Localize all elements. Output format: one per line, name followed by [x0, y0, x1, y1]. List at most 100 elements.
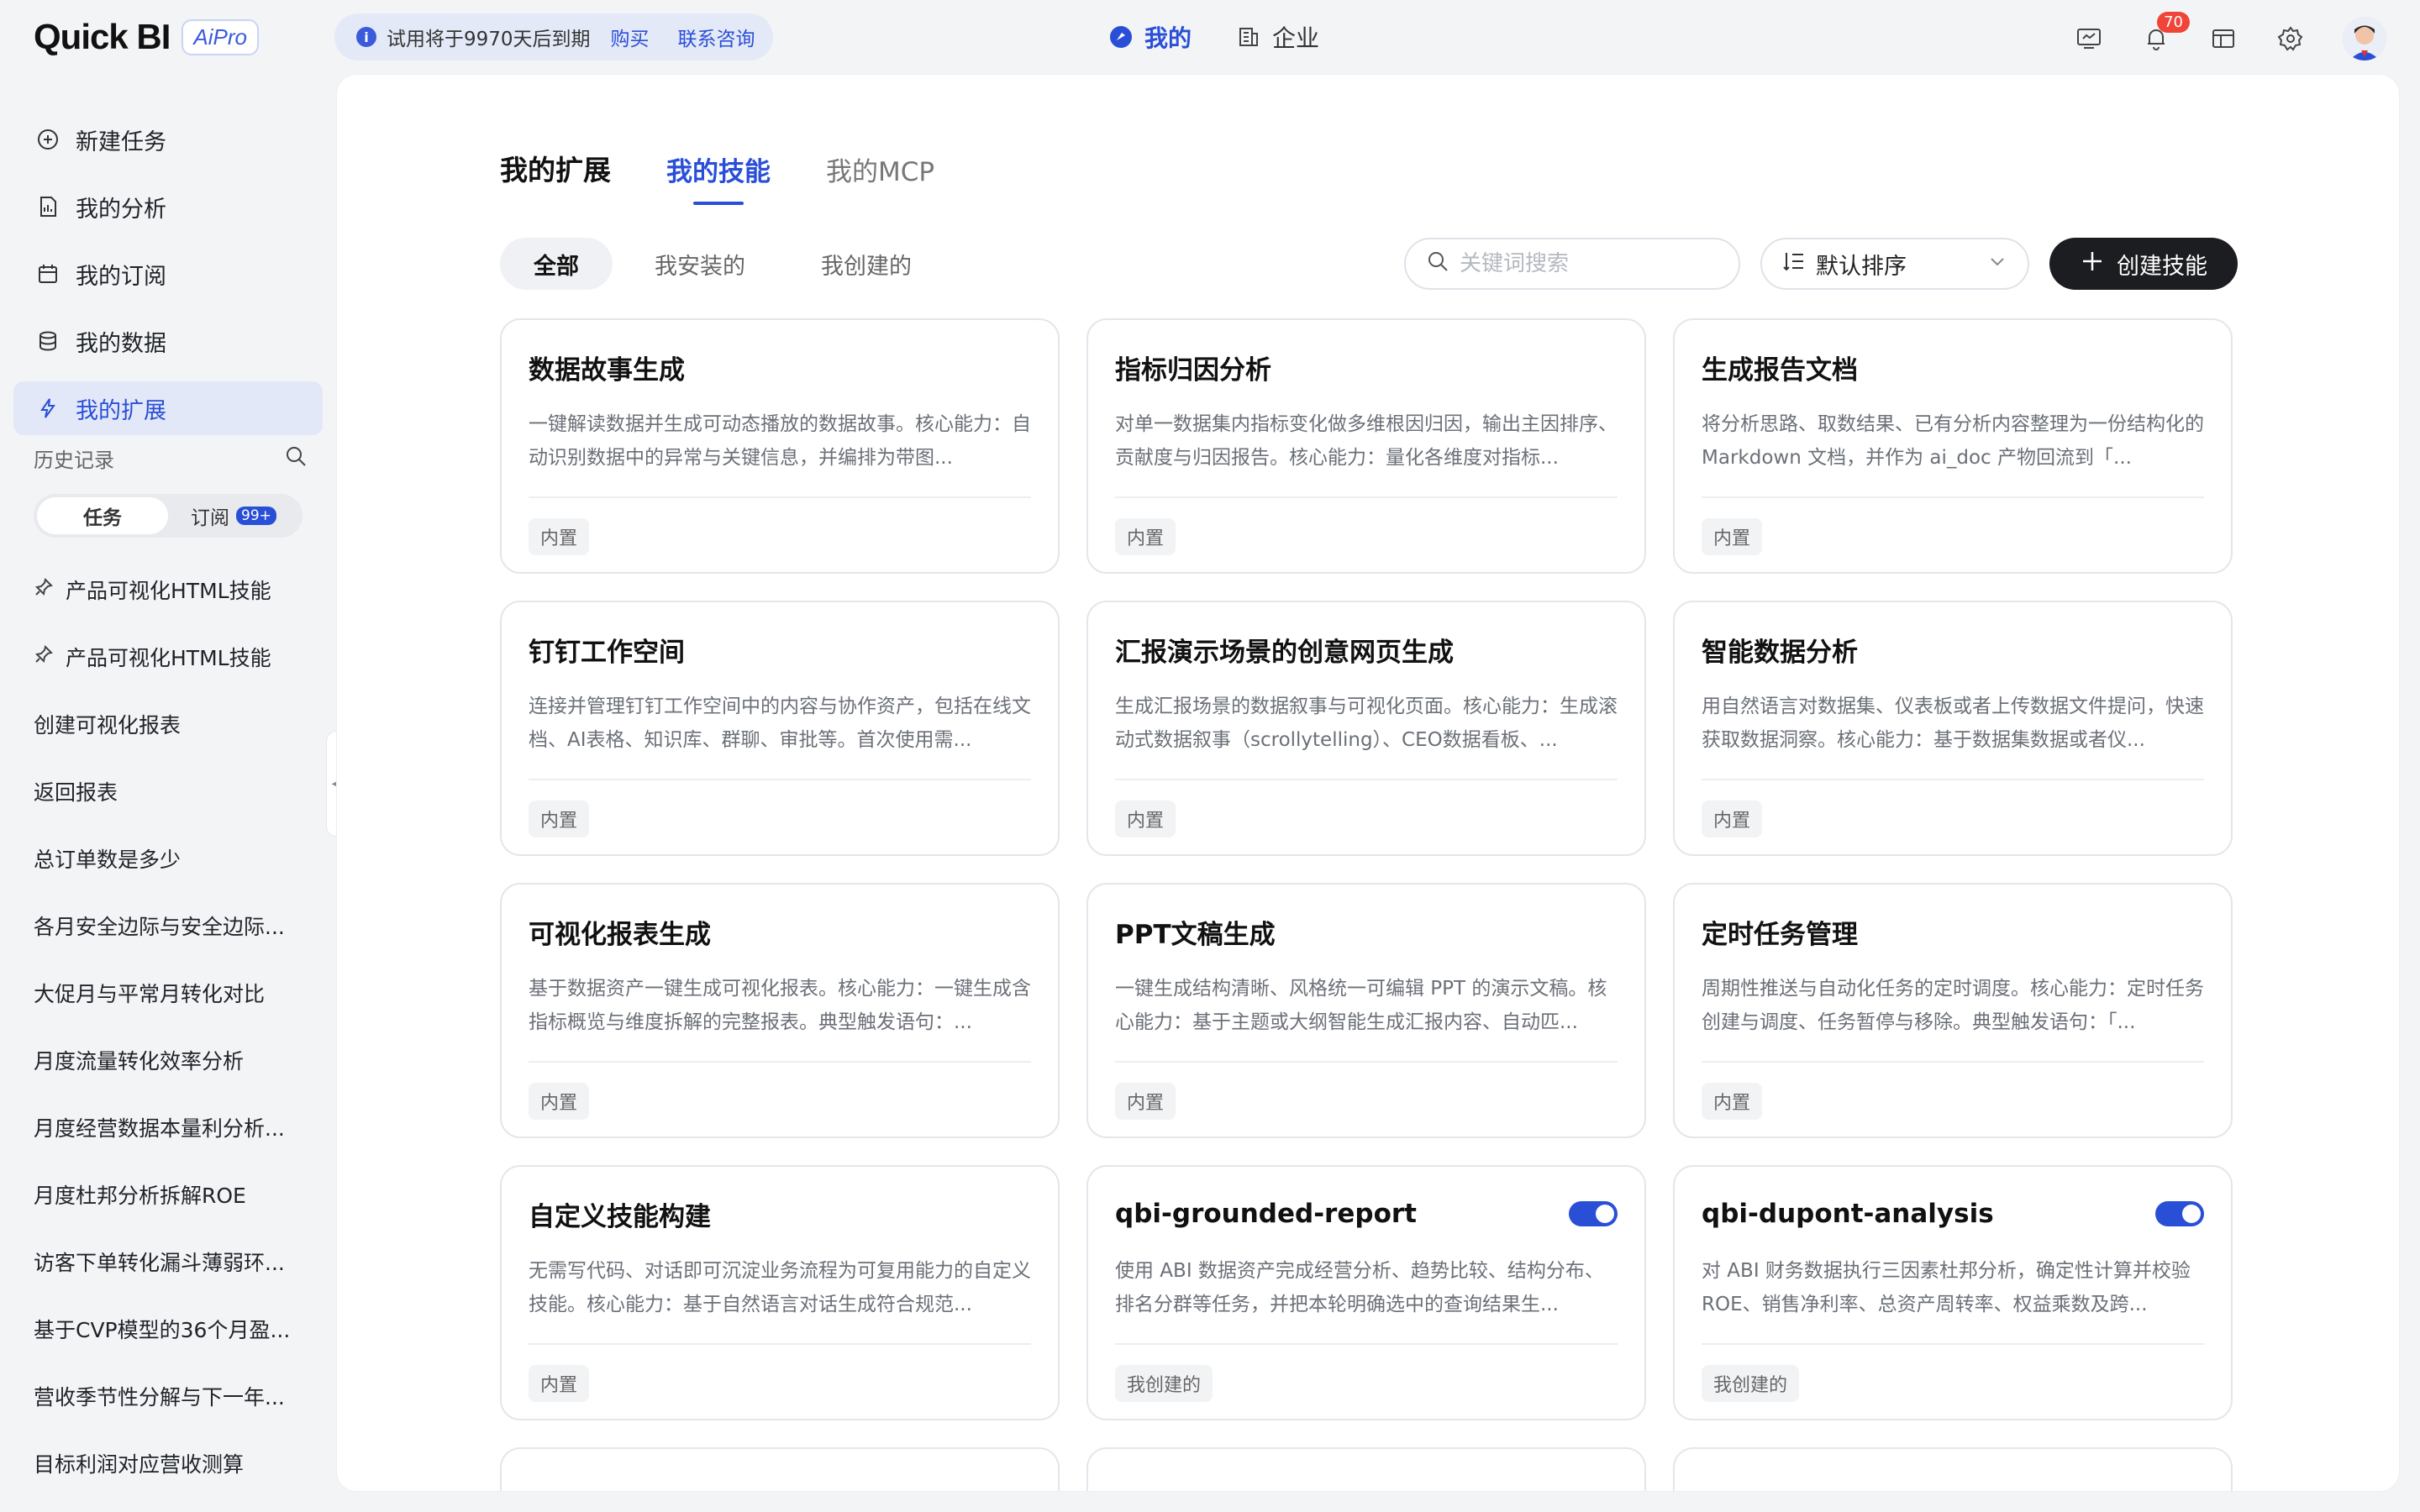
skill-card[interactable]	[1086, 1447, 1646, 1491]
divider	[1115, 1061, 1618, 1063]
divider	[1115, 779, 1618, 780]
history-item[interactable]: 月度经营数据本量利分析...	[34, 1112, 302, 1142]
skill-card[interactable]: 可视化报表生成 基于数据资产一键生成可视化报表。核心能力：一键生成含指标概览与维…	[500, 883, 1060, 1138]
segment-subscribe[interactable]: 订阅 99+	[168, 497, 299, 534]
filter-created[interactable]: 我创建的	[787, 238, 945, 290]
skill-description: 周期性推送与自动化任务的定时调度。核心能力：定时任务创建与调度、任务暂停与移除。…	[1702, 978, 2204, 1033]
history-segment: 任务 订阅 99+	[34, 494, 302, 538]
skill-card[interactable]	[1673, 1447, 2233, 1491]
info-icon: i	[356, 27, 376, 47]
divider	[1702, 1061, 2204, 1063]
nav-enterprise[interactable]: 企业	[1237, 20, 1319, 54]
history-item-label: 产品可视化HTML技能	[66, 579, 271, 603]
layout-icon[interactable]	[2208, 24, 2238, 54]
history-item[interactable]: 产品可视化HTML技能	[34, 642, 302, 672]
subscribe-count-badge: 99+	[236, 507, 276, 525]
skill-tag: 内置	[1702, 801, 1763, 837]
my-workspace-icon	[1109, 25, 1133, 49]
search-input[interactable]	[1460, 251, 1728, 276]
search-icon[interactable]	[284, 444, 308, 473]
sidebar-item-new-task[interactable]: 新建任务	[13, 113, 323, 166]
skill-card[interactable]: 汇报演示场景的创意网页生成 生成汇报场景的数据叙事与可视化页面。核心能力：生成滚…	[1086, 601, 1646, 856]
divider	[1702, 1343, 2204, 1345]
segment-task[interactable]: 任务	[37, 497, 168, 534]
skill-card[interactable]	[500, 1447, 1060, 1491]
contact-link[interactable]: 联系咨询	[678, 23, 755, 51]
skill-tag: 内置	[1115, 1083, 1176, 1120]
sidebar-item-analysis[interactable]: 我的分析	[13, 180, 323, 234]
pin-icon	[34, 577, 54, 602]
tabs: 我的扩展 我的技能 我的MCP	[500, 134, 934, 205]
logo-text: Quick BI	[34, 17, 171, 56]
skill-title: 数据故事生成	[529, 354, 685, 386]
history-item-label: 产品可视化HTML技能	[66, 646, 271, 670]
filter-all[interactable]: 全部	[500, 238, 613, 290]
tab-my-skills[interactable]: 我的技能	[666, 150, 771, 205]
sidebar: 新建任务 我的分析 我的订阅 我的数据 我的扩展 历史记录 任务 订阅 99+ …	[0, 74, 336, 1512]
bell-icon[interactable]: 70	[2141, 12, 2190, 54]
sort-label: 默认排序	[1816, 253, 1907, 280]
skill-card[interactable]: 指标归因分析 对单一数据集内指标变化做多维根因归因，输出主因排序、贡献度与归因报…	[1086, 318, 1646, 574]
history-item[interactable]: 月度杜邦分析拆解ROE	[34, 1179, 302, 1210]
page-title: 我的扩展	[500, 154, 611, 186]
history-item[interactable]: 创建可视化报表	[34, 709, 302, 739]
avatar[interactable]	[2343, 17, 2386, 60]
skill-tag: 内置	[1115, 801, 1176, 837]
skill-description: 无需写代码、对话即可沉淀业务流程为可复用能力的自定义技能。核心能力：基于自然语言…	[529, 1260, 1031, 1315]
skill-title: 自定义技能构建	[529, 1201, 711, 1232]
sidebar-item-label: 我的数据	[76, 330, 166, 357]
top-right-icons: 70	[2074, 12, 2386, 62]
sidebar-item-label: 我的扩展	[76, 397, 166, 424]
nav-mine[interactable]: 我的	[1109, 20, 1192, 54]
skill-card[interactable]: PPT文稿生成 一键生成结构清晰、风格统一可编辑 PPT 的演示文稿。核心能力：…	[1086, 883, 1646, 1138]
skill-enable-toggle[interactable]	[2155, 1201, 2204, 1226]
history-item[interactable]: 访客下单转化漏斗薄弱环...	[34, 1247, 302, 1277]
history-item[interactable]: 月度流量转化效率分析	[34, 1045, 302, 1075]
database-icon	[35, 328, 60, 354]
trial-banner: i 试用将于9970天后到期 购买 联系咨询	[334, 13, 773, 60]
history-item[interactable]: 各月安全边际与安全边际...	[34, 911, 302, 941]
workspace-switch: 我的 企业	[1109, 15, 1319, 59]
filter-installed[interactable]: 我安装的	[621, 238, 779, 290]
divider	[1702, 779, 2204, 780]
screen-icon[interactable]	[2074, 24, 2104, 54]
skill-card[interactable]: 自定义技能构建 无需写代码、对话即可沉淀业务流程为可复用能力的自定义技能。核心能…	[500, 1165, 1060, 1420]
skill-enable-toggle[interactable]	[1569, 1201, 1618, 1226]
skill-tag: 内置	[529, 518, 590, 555]
history-item[interactable]: 总订单数是多少	[34, 843, 302, 874]
skill-card[interactable]: 定时任务管理 周期性推送与自动化任务的定时调度。核心能力：定时任务创建与调度、任…	[1673, 883, 2233, 1138]
skill-description: 连接并管理钉钉工作空间中的内容与协作资产，包括在线文档、AI表格、知识库、群聊、…	[529, 696, 1031, 751]
history-item[interactable]: 营收季节性分解与下一年...	[34, 1381, 302, 1411]
chevron-down-icon	[1987, 251, 2007, 277]
sidebar-item-subscription[interactable]: 我的订阅	[13, 247, 323, 301]
skill-card[interactable]: 钉钉工作空间 连接并管理钉钉工作空间中的内容与协作资产，包括在线文档、AI表格、…	[500, 601, 1060, 856]
create-skill-button[interactable]: 创建技能	[2049, 238, 2238, 290]
sort-select[interactable]: 默认排序	[1760, 238, 2029, 290]
gear-icon[interactable]	[2275, 24, 2306, 54]
skill-description: 用自然语言对数据集、仪表板或者上传数据文件提问，快速获取数据洞察。核心能力：基于…	[1702, 696, 2204, 751]
skill-description: 使用 ABI 数据资产完成经营分析、趋势比较、结构分布、排名分群等任务，并把本轮…	[1115, 1260, 1604, 1315]
sidebar-item-data[interactable]: 我的数据	[13, 314, 323, 368]
skill-card[interactable]: 智能数据分析 用自然语言对数据集、仪表板或者上传数据文件提问，快速获取数据洞察。…	[1673, 601, 2233, 856]
tab-my-mcp[interactable]: 我的MCP	[826, 150, 934, 205]
history-item[interactable]: 返回报表	[34, 776, 302, 806]
pin-icon	[34, 644, 54, 669]
top-bar: Quick BI AiPro i 试用将于9970天后到期 购买 联系咨询 我的…	[0, 0, 2420, 74]
skill-description: 将分析思路、取数结果、已有分析内容整理为一份结构化的 Markdown 文档，并…	[1702, 413, 2204, 469]
logo[interactable]: Quick BI AiPro	[34, 17, 259, 57]
aipro-badge: AiPro	[182, 18, 259, 55]
skill-description: 生成汇报场景的数据叙事与可视化页面。核心能力：生成滚动式数据叙事（scrolly…	[1115, 696, 1618, 751]
skill-card[interactable]: 生成报告文档 将分析思路、取数结果、已有分析内容整理为一份结构化的 Markdo…	[1673, 318, 2233, 574]
skill-card[interactable]: 数据故事生成 一键解读数据并生成可动态播放的数据故事。核心能力：自动识别数据中的…	[500, 318, 1060, 574]
buy-link[interactable]: 购买	[611, 23, 650, 51]
skill-tag: 我创建的	[1115, 1365, 1213, 1402]
history-item[interactable]: 产品可视化HTML技能	[34, 575, 302, 605]
sort-icon	[1782, 249, 1806, 279]
skill-card[interactable]: qbi-dupont-analysis 对 ABI 财务数据执行三因素杜邦分析，…	[1673, 1165, 2233, 1420]
history-item[interactable]: 目标利润对应营收测算	[34, 1448, 302, 1478]
skill-card[interactable]: qbi-grounded-report 使用 ABI 数据资产完成经营分析、趋势…	[1086, 1165, 1646, 1420]
history-item[interactable]: 基于CVP模型的36个月盈...	[34, 1314, 302, 1344]
history-item[interactable]: 大促月与平常月转化对比	[34, 978, 302, 1008]
divider	[529, 1061, 1031, 1063]
sidebar-item-extensions[interactable]: 我的扩展	[13, 381, 323, 435]
